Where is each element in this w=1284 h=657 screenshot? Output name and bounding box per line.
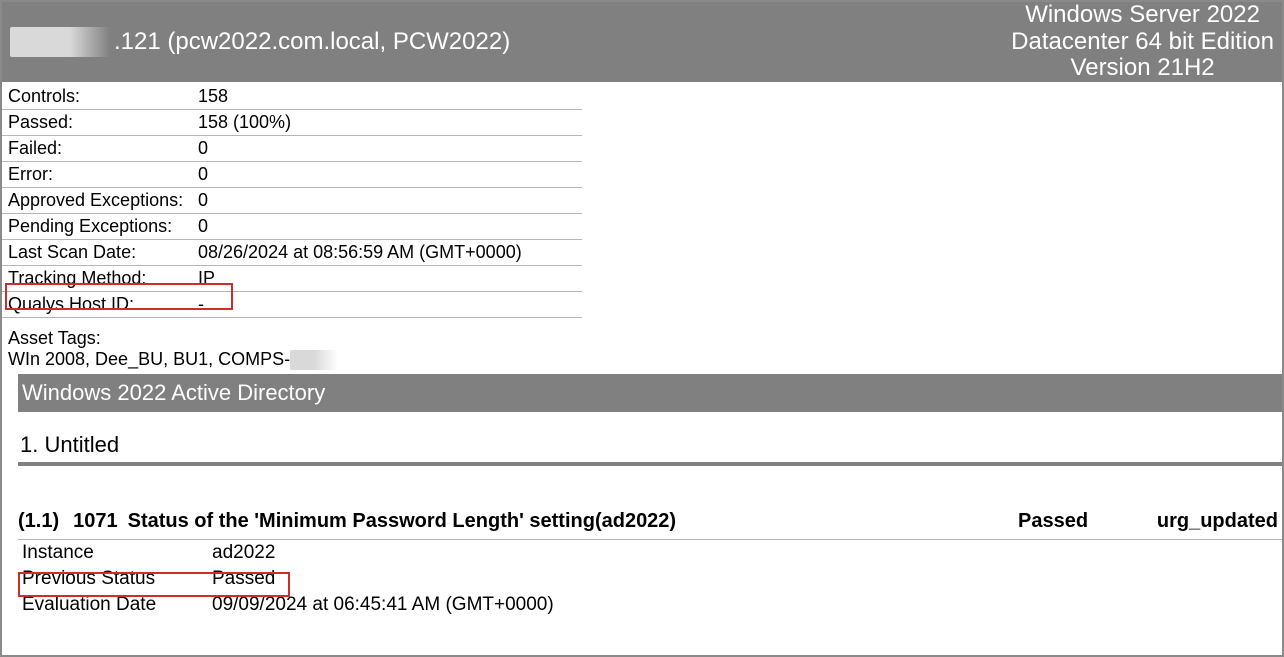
error-label: Error: — [2, 162, 192, 188]
prev-status-label: Previous Status — [18, 566, 208, 592]
control-detail-table: Instance ad2022 Previous Status Passed E… — [18, 540, 560, 618]
report-frame: .121 (pcw2022.com.local, PCW2022) Window… — [0, 0, 1284, 657]
control-status: Passed — [1018, 510, 1148, 533]
table-row: Previous Status Passed — [18, 566, 560, 592]
os-line-3: Version 21H2 — [1011, 55, 1274, 81]
summary-table: Controls: 158 Passed: 158 (100%) Failed:… — [2, 84, 582, 318]
header-bar: .121 (pcw2022.com.local, PCW2022) Window… — [2, 2, 1282, 82]
subsection-title: 1. Untitled — [2, 412, 1282, 462]
table-row: Failed: 0 — [2, 136, 582, 162]
section-title-bar: Windows 2022 Active Directory — [18, 374, 1282, 412]
os-line-1: Windows Server 2022 — [1011, 2, 1274, 28]
instance-label: Instance — [18, 540, 208, 566]
approved-ex-label: Approved Exceptions: — [2, 188, 192, 214]
table-row: Passed: 158 (100%) — [2, 110, 582, 136]
failed-label: Failed: — [2, 136, 192, 162]
passed-label: Passed: — [2, 110, 192, 136]
prev-status-value: Passed — [208, 566, 560, 592]
eval-date-label: Evaluation Date — [18, 592, 208, 618]
table-row: Approved Exceptions: 0 — [2, 188, 582, 214]
table-row: Last Scan Date: 08/26/2024 at 08:56:59 A… — [2, 240, 582, 266]
os-info: Windows Server 2022 Datacenter 64 bit Ed… — [1011, 2, 1274, 81]
host-suffix: .121 (pcw2022.com.local, PCW2022) — [114, 28, 510, 56]
table-row: Error: 0 — [2, 162, 582, 188]
table-row: Evaluation Date 09/09/2024 at 06:45:41 A… — [18, 592, 560, 618]
pending-ex-label: Pending Exceptions: — [2, 214, 192, 240]
error-value: 0 — [192, 162, 582, 188]
failed-value: 0 — [192, 136, 582, 162]
host-id-label: Qualys Host ID: — [2, 292, 192, 318]
table-row: Qualys Host ID: - — [2, 292, 582, 318]
control-title: Status of the 'Minimum Password Length' … — [128, 510, 1018, 533]
table-row: Tracking Method: IP — [2, 266, 582, 292]
asset-tags-block: Asset Tags: WIn 2008, Dee_BU, BU1, COMPS… — [2, 318, 1282, 374]
control-urg: urg_updated — [1148, 510, 1278, 533]
redacted-ip-prefix — [10, 27, 110, 57]
host-title: .121 (pcw2022.com.local, PCW2022) — [10, 27, 510, 57]
asset-tags-value: WIn 2008, Dee_BU, BU1, COMPS- — [8, 349, 1276, 370]
host-id-value: - — [192, 292, 582, 318]
approved-ex-value: 0 — [192, 188, 582, 214]
tracking-label: Tracking Method: — [8, 268, 146, 288]
asset-tags-label: Asset Tags: — [8, 328, 1276, 349]
tracking-value: IP — [198, 268, 215, 288]
passed-value: 158 (100%) — [192, 110, 582, 136]
instance-value: ad2022 — [208, 540, 560, 566]
os-line-2: Datacenter 64 bit Edition — [1011, 29, 1274, 55]
control-id: 1071 — [73, 510, 118, 533]
table-row: Instance ad2022 — [18, 540, 560, 566]
redacted-tag-suffix — [290, 350, 338, 370]
pending-ex-value: 0 — [192, 214, 582, 240]
control-number: (1.1) — [18, 510, 59, 533]
eval-date-value: 09/09/2024 at 06:45:41 AM (GMT+0000) — [208, 592, 560, 618]
controls-label: Controls: — [2, 84, 192, 110]
control-row: (1.1) 1071 Status of the 'Minimum Passwo… — [2, 466, 1282, 539]
controls-value: 158 — [192, 84, 582, 110]
last-scan-value: 08/26/2024 at 08:56:59 AM (GMT+0000) — [192, 240, 582, 266]
table-row: Pending Exceptions: 0 — [2, 214, 582, 240]
table-row: Controls: 158 — [2, 84, 582, 110]
last-scan-label: Last Scan Date: — [2, 240, 192, 266]
